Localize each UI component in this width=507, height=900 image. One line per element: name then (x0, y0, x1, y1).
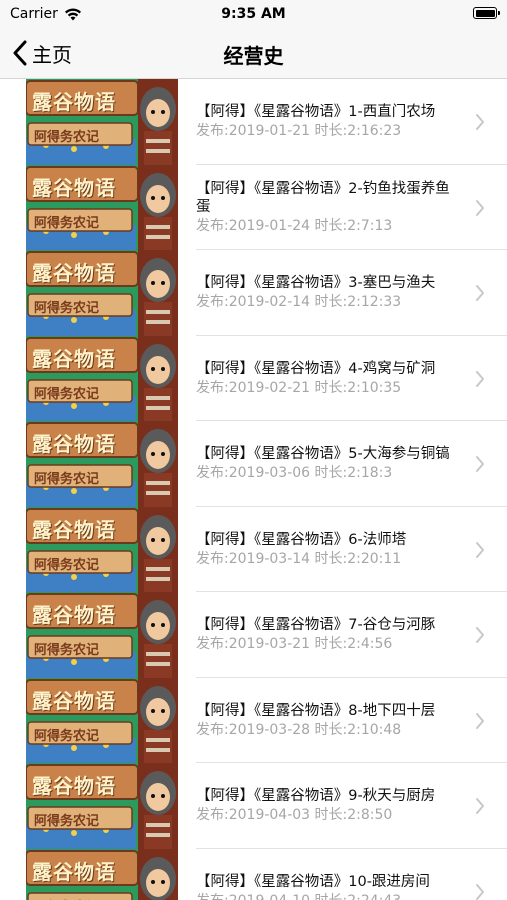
battery-icon (473, 7, 500, 19)
thumbnail-subtitle-text: 阿得务农记 (34, 728, 100, 744)
thumbnail-title-text: 露谷物语 (32, 261, 116, 285)
episode-meta: 发布:2019-02-14 时长:2:12:33 (196, 294, 402, 311)
chevron-right-icon (476, 541, 484, 558)
episode-title: 【阿得】《星露谷物语》5-大海参与铜镐 (196, 446, 450, 463)
episode-meta: 发布:2019-03-14 时长:2:20:11 (196, 550, 402, 567)
list-item[interactable]: 露谷物语 阿得务农记 【阿得】《星露谷物语》3-塞巴与渔夫 发布:2019-02… (0, 250, 507, 336)
episode-meta: 发布:2019-03-06 时长:2:18:3 (196, 465, 393, 482)
thumbnail-subtitle-text: 阿得务农记 (34, 386, 100, 402)
chevron-left-icon (13, 40, 27, 66)
episode-text: 【阿得】《星露谷物语》7-谷仓与河豚 发布:2019-03-21 时长:2:4:… (196, 592, 457, 678)
list-item[interactable]: 露谷物语 阿得务农记 【阿得】《星露谷物语》1-西直门农场 发布:2019-01… (0, 79, 507, 165)
navigation-bar: 主页 经营史 (0, 28, 507, 79)
episode-thumbnail: 露谷物语 阿得务农记 (26, 506, 178, 592)
thumbnail-subtitle-text: 阿得务农记 (34, 896, 99, 900)
episode-text: 【阿得】《星露谷物语》1-西直门农场 发布:2019-01-21 时长:2:16… (196, 79, 457, 165)
chevron-right-icon (476, 627, 484, 643)
thumbnail-title-text: 露谷物语 (32, 517, 116, 542)
episode-meta: 发布:2019-04-03 时长:2:8:50 (196, 807, 393, 824)
thumbnail-title-text: 露谷物语 (32, 859, 116, 884)
thumbnail-subtitle-text: 阿得务农记 (34, 215, 100, 231)
thumbnail-title-text: 露谷物语 (32, 346, 116, 371)
status-bar: Carrier 9:35 AM (0, 0, 507, 28)
episode-thumbnail: 露谷物语 阿得务农记 (26, 848, 178, 900)
thumbnail-title-text: 露谷物语 (32, 603, 116, 627)
list-item[interactable]: 露谷物语 阿得务农记 【阿得】《星露谷物语》5-大海参与铜镐 发布:2019-0… (0, 421, 507, 507)
chevron-right-icon (476, 285, 484, 301)
episode-text: 【阿得】《星露谷物语》3-塞巴与渔夫 发布:2019-02-14 时长:2:12… (196, 250, 457, 336)
episode-thumbnail: 露谷物语 阿得务农记 (26, 421, 178, 507)
thumbnail-subtitle-text: 阿得务农记 (34, 472, 100, 487)
episode-thumbnail: 露谷物语 阿得务农记 (26, 164, 178, 250)
episode-text: 【阿得】《星露谷物语》2-钓鱼找蛋养鱼蛋 发布:2019-01-24 时长:2:… (196, 165, 457, 251)
list-item[interactable]: 露谷物语 阿得务农记 【阿得】《星露谷物语》2-钓鱼找蛋养鱼蛋 发布:2019-… (0, 164, 507, 251)
list-item[interactable]: 露谷物语 阿得务农记 【阿得】《星露谷物语》10-跟进房间 发布:2019-04… (0, 848, 507, 900)
episode-title: 【阿得】《星露谷物语》10-跟进房间 (196, 873, 430, 890)
episode-meta: 发布:2019-01-24 时长:2:7:13 (196, 217, 393, 234)
episode-list[interactable]: 露谷物语 阿得务农记 【阿得】《星露谷物语》1-西直门农场 发布:2019-01… (0, 79, 507, 900)
episode-title: 【阿得】《星露谷物语》4-鸡窝与矿洞 (196, 360, 436, 377)
episode-meta: 发布:2019-03-28 时长:2:10:48 (196, 721, 402, 738)
thumbnail-subtitle-text: 阿得务农记 (34, 643, 100, 658)
episode-thumbnail: 露谷物语 阿得务农记 (26, 763, 178, 849)
episode-text: 【阿得】《星露谷物语》10-跟进房间 发布:2019-04-10 时长:2:24… (196, 849, 457, 900)
thumbnail-subtitle-text: 阿得务农记 (34, 557, 100, 573)
episode-meta: 发布:2019-01-21 时长:2:16:23 (196, 123, 402, 140)
episode-meta: 发布:2019-02-21 时长:2:10:35 (196, 379, 402, 396)
back-button-label: 主页 (32, 42, 72, 67)
list-item[interactable]: 露谷物语 阿得务农记 【阿得】《星露谷物语》8-地下四十层 发布:2019-03… (0, 677, 507, 764)
episode-title: 【阿得】《星露谷物语》3-塞巴与渔夫 (196, 275, 436, 292)
episode-text: 【阿得】《星露谷物语》6-法师塔 发布:2019-03-14 时长:2:20:1… (196, 507, 457, 593)
episode-thumbnail: 露谷物语 阿得务农记 (26, 79, 178, 165)
episode-thumbnail: 露谷物语 阿得务农记 (26, 592, 178, 678)
episode-thumbnail: 露谷物语 阿得务农记 (26, 677, 178, 763)
episode-thumbnail: 露谷物语 阿得务农记 (26, 250, 178, 336)
list-item[interactable]: 露谷物语 阿得务农记 【阿得】《星露谷物语》6-法师塔 发布:2019-03-1… (0, 506, 507, 593)
back-button[interactable]: 主页 (12, 38, 72, 68)
episode-meta: 发布:2019-03-21 时长:2:4:56 (196, 636, 393, 653)
page-title: 经营史 (223, 44, 284, 68)
list-item[interactable]: 露谷物语 阿得务农记 【阿得】《星露谷物语》7-谷仓与河豚 发布:2019-03… (0, 592, 507, 678)
chevron-right-icon (476, 883, 484, 900)
thumbnail-title-text: 露谷物语 (32, 90, 116, 114)
episode-text: 【阿得】《星露谷物语》9-秋天与厨房 发布:2019-04-03 时长:2:8:… (196, 763, 457, 849)
chevron-right-icon (476, 712, 484, 729)
chevron-right-icon (476, 114, 484, 130)
episode-text: 【阿得】《星露谷物语》4-鸡窝与矿洞 发布:2019-02-21 时长:2:10… (196, 336, 457, 422)
episode-thumbnail: 露谷物语 阿得务农记 (26, 335, 178, 421)
episode-title: 【阿得】《星露谷物语》9-秋天与厨房 (196, 788, 436, 805)
episode-meta: 发布:2019-04-10 时长:2:24:43 (196, 892, 457, 900)
thumbnail-title-text: 露谷物语 (32, 774, 116, 798)
thumbnail-title-text: 露谷物语 (32, 175, 116, 200)
thumbnail-title-text: 露谷物语 (32, 432, 116, 456)
thumbnail-subtitle-text: 阿得务农记 (34, 301, 100, 316)
thumbnail-subtitle-text: 阿得务农记 (34, 130, 100, 145)
episode-title: 【阿得】《星露谷物语》2-钓鱼找蛋养鱼蛋 (196, 180, 450, 215)
thumbnail-title-text: 露谷物语 (32, 688, 116, 713)
episode-text: 【阿得】《星露谷物语》8-地下四十层 发布:2019-03-28 时长:2:10… (196, 678, 457, 764)
episode-text: 【阿得】《星露谷物语》5-大海参与铜镐 发布:2019-03-06 时长:2:1… (196, 421, 457, 507)
chevron-right-icon (476, 798, 484, 814)
list-item[interactable]: 露谷物语 阿得务农记 【阿得】《星露谷物语》4-鸡窝与矿洞 发布:2019-02… (0, 335, 507, 422)
episode-title: 【阿得】《星露谷物语》6-法师塔 (196, 531, 407, 548)
list-item[interactable]: 露谷物语 阿得务农记 【阿得】《星露谷物语》9-秋天与厨房 发布:2019-04… (0, 763, 507, 849)
status-time: 9:35 AM (221, 6, 286, 22)
episode-title: 【阿得】《星露谷物语》7-谷仓与河豚 (196, 617, 436, 634)
chevron-right-icon (476, 456, 484, 472)
chevron-right-icon (476, 199, 484, 216)
chevron-right-icon (476, 370, 484, 387)
episode-title: 【阿得】《星露谷物语》8-地下四十层 (196, 702, 436, 719)
thumbnail-subtitle-text: 阿得务农记 (34, 814, 100, 829)
episode-title: 【阿得】《星露谷物语》1-西直门农场 (196, 104, 436, 121)
